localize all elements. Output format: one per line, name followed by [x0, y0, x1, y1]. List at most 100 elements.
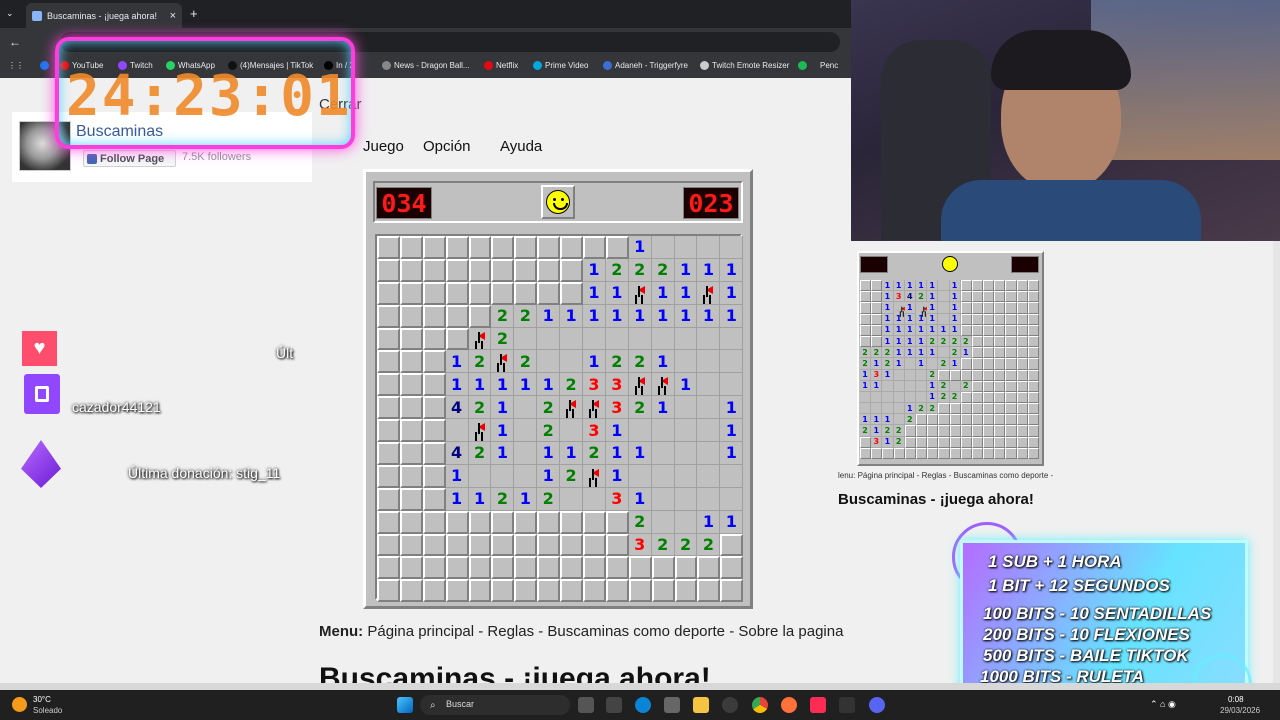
hidden-cell[interactable] [377, 442, 400, 465]
hidden-cell[interactable] [938, 447, 950, 459]
smiley-reset-button[interactable] [541, 185, 575, 219]
hidden-cell[interactable] [377, 419, 400, 443]
hidden-cell[interactable] [445, 258, 469, 282]
hidden-cell[interactable] [422, 304, 446, 328]
number-cell[interactable]: 1 [949, 358, 961, 370]
widgets-icon[interactable] [606, 697, 622, 713]
hidden-cell[interactable] [1027, 403, 1039, 415]
hidden-cell[interactable] [560, 510, 584, 534]
hidden-cell[interactable] [1005, 436, 1017, 448]
flag-icon[interactable] [583, 464, 606, 488]
hidden-cell[interactable] [514, 556, 538, 580]
menu-links[interactable]: Página principal - Reglas - Buscaminas c… [367, 623, 843, 640]
empty-cell[interactable] [893, 414, 905, 426]
number-cell[interactable]: 1 [893, 313, 905, 325]
number-cell[interactable]: 2 [537, 419, 561, 443]
hidden-cell[interactable] [445, 327, 469, 351]
number-cell[interactable]: 1 [697, 510, 721, 534]
number-cell[interactable]: 2 [468, 442, 492, 465]
number-cell[interactable]: 1 [445, 464, 469, 488]
hidden-cell[interactable] [377, 304, 400, 328]
hidden-cell[interactable] [399, 396, 423, 420]
number-cell[interactable]: 1 [904, 324, 916, 336]
number-cell[interactable]: 2 [938, 335, 950, 348]
number-cell[interactable]: 1 [445, 350, 469, 374]
hidden-cell[interactable] [399, 327, 423, 351]
number-cell[interactable]: 3 [605, 487, 629, 511]
hidden-cell[interactable] [871, 302, 883, 314]
weather-temp[interactable]: 30°C [33, 695, 51, 704]
clock-time[interactable]: 0:08 [1228, 695, 1244, 704]
hidden-cell[interactable] [1005, 391, 1017, 404]
number-cell[interactable]: 1 [927, 324, 939, 336]
empty-cell[interactable] [720, 487, 744, 511]
empty-cell[interactable] [468, 464, 492, 488]
number-cell[interactable]: 2 [674, 533, 698, 557]
hidden-cell[interactable] [1016, 403, 1028, 415]
number-cell[interactable]: 1 [651, 350, 675, 374]
hidden-cell[interactable] [560, 533, 584, 557]
hidden-cell[interactable] [960, 358, 972, 370]
number-cell[interactable]: 1 [445, 487, 469, 511]
number-cell[interactable]: 1 [720, 396, 744, 420]
number-cell[interactable]: 2 [960, 335, 972, 348]
hidden-cell[interactable] [377, 533, 400, 557]
number-cell[interactable]: 1 [720, 281, 744, 305]
number-cell[interactable]: 2 [915, 403, 928, 415]
number-cell[interactable]: 2 [893, 425, 905, 437]
hidden-cell[interactable] [468, 236, 492, 259]
number-cell[interactable]: 1 [871, 414, 883, 426]
discord-icon[interactable] [869, 697, 885, 713]
hidden-cell[interactable] [949, 425, 961, 437]
number-cell[interactable]: 2 [949, 391, 961, 404]
empty-cell[interactable] [882, 380, 894, 392]
number-cell[interactable]: 2 [628, 396, 652, 420]
hidden-cell[interactable] [399, 533, 423, 557]
menu-juego[interactable]: Juego [363, 138, 404, 155]
number-cell[interactable]: 3 [583, 373, 606, 397]
hidden-cell[interactable] [674, 556, 698, 580]
hidden-cell[interactable] [927, 436, 939, 448]
hidden-cell[interactable] [949, 414, 961, 426]
hidden-cell[interactable] [514, 533, 538, 557]
number-cell[interactable]: 2 [468, 350, 492, 374]
hidden-cell[interactable] [1016, 313, 1028, 325]
number-cell[interactable]: 1 [560, 304, 584, 328]
hidden-cell[interactable] [1027, 414, 1039, 426]
number-cell[interactable]: 1 [927, 313, 939, 325]
empty-cell[interactable] [674, 487, 698, 511]
hidden-cell[interactable] [674, 579, 698, 603]
bookmark-spotify-icon[interactable] [798, 61, 807, 70]
hidden-cell[interactable] [1005, 403, 1017, 415]
hidden-cell[interactable] [927, 414, 939, 426]
hidden-cell[interactable] [949, 369, 961, 381]
hidden-cell[interactable] [422, 396, 446, 420]
empty-cell[interactable] [938, 280, 950, 292]
empty-cell[interactable] [697, 350, 721, 374]
hidden-cell[interactable] [491, 579, 515, 603]
hidden-cell[interactable] [537, 556, 561, 580]
hidden-cell[interactable] [445, 579, 469, 603]
hidden-cell[interactable] [491, 510, 515, 534]
hidden-cell[interactable] [445, 556, 469, 580]
hidden-cell[interactable] [960, 403, 972, 415]
hidden-cell[interactable] [994, 358, 1006, 370]
hidden-cell[interactable] [915, 414, 928, 426]
hidden-cell[interactable] [983, 280, 995, 292]
hidden-cell[interactable] [994, 313, 1006, 325]
hidden-cell[interactable] [560, 281, 584, 305]
number-cell[interactable]: 1 [915, 335, 928, 348]
file-explorer-icon[interactable] [693, 697, 709, 713]
hidden-cell[interactable] [514, 579, 538, 603]
app-icon[interactable] [664, 697, 680, 713]
hidden-cell[interactable] [1027, 291, 1039, 303]
hidden-cell[interactable] [537, 236, 561, 259]
chrome-icon[interactable] [752, 697, 768, 713]
tab-list-icon[interactable]: ⌄ [6, 8, 18, 20]
number-cell[interactable]: 1 [915, 324, 928, 336]
number-cell[interactable]: 1 [605, 281, 629, 305]
flag-icon[interactable] [651, 373, 675, 397]
empty-cell[interactable] [882, 391, 894, 404]
hidden-cell[interactable] [971, 347, 984, 359]
flag-icon[interactable] [583, 396, 606, 420]
